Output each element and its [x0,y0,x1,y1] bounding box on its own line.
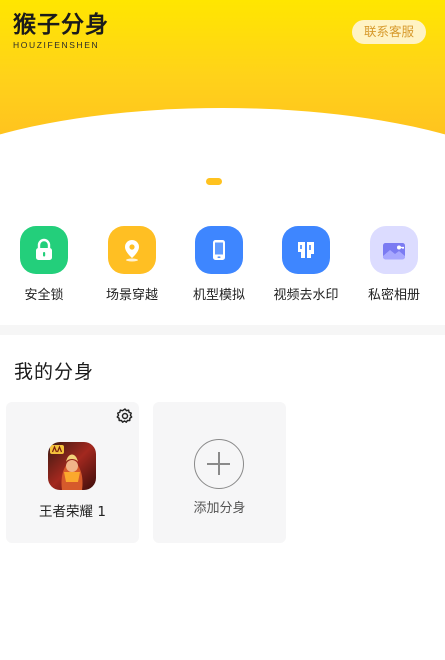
add-circle-icon [194,439,244,489]
feature-label: 安全锁 [24,288,64,303]
my-clones-title: 我的分身 [14,361,95,383]
location-pin-icon [108,226,156,274]
section-divider [0,325,445,335]
clone-label: 王者荣耀 1 [39,504,106,520]
logo-title: 猴子分身 [13,12,109,38]
app-logo: 猴子分身 HOUZIFENSHEN [13,12,109,50]
feature-remove-watermark[interactable]: 视频去水印 [271,226,341,304]
logo-subtitle: HOUZIFENSHEN [13,40,100,50]
contact-service-button[interactable]: 联系客服 [351,20,426,44]
feature-label: 视频去水印 [273,288,339,303]
feature-label: 机型模拟 [192,288,245,303]
feature-label: 场景穿越 [105,288,158,303]
lock-icon [20,226,68,274]
feature-label: 私密相册 [367,288,420,303]
header-curve [0,108,445,140]
feature-device-simulation[interactable]: 机型模拟 [184,226,254,304]
feature-scene-travel[interactable]: 场景穿越 [97,226,167,304]
gear-icon[interactable] [116,407,134,425]
watermark-icon [282,226,330,274]
phone-icon [195,226,243,274]
add-clone-card[interactable]: 添加分身 [153,402,286,543]
header: 猴子分身 HOUZIFENSHEN 联系客服 [0,0,445,140]
album-icon [370,226,418,274]
feature-grid: 安全锁 场景穿越 机型模拟 视频去水印 私密相册 [0,226,445,308]
add-clone-label: 添加分身 [193,501,246,516]
feature-security-lock[interactable]: 安全锁 [9,226,79,304]
banner-indicator [206,178,222,185]
clone-card[interactable]: 王者荣耀 1 [6,402,139,543]
honor-of-kings-app-icon [48,442,96,490]
feature-private-album[interactable]: 私密相册 [359,226,429,304]
